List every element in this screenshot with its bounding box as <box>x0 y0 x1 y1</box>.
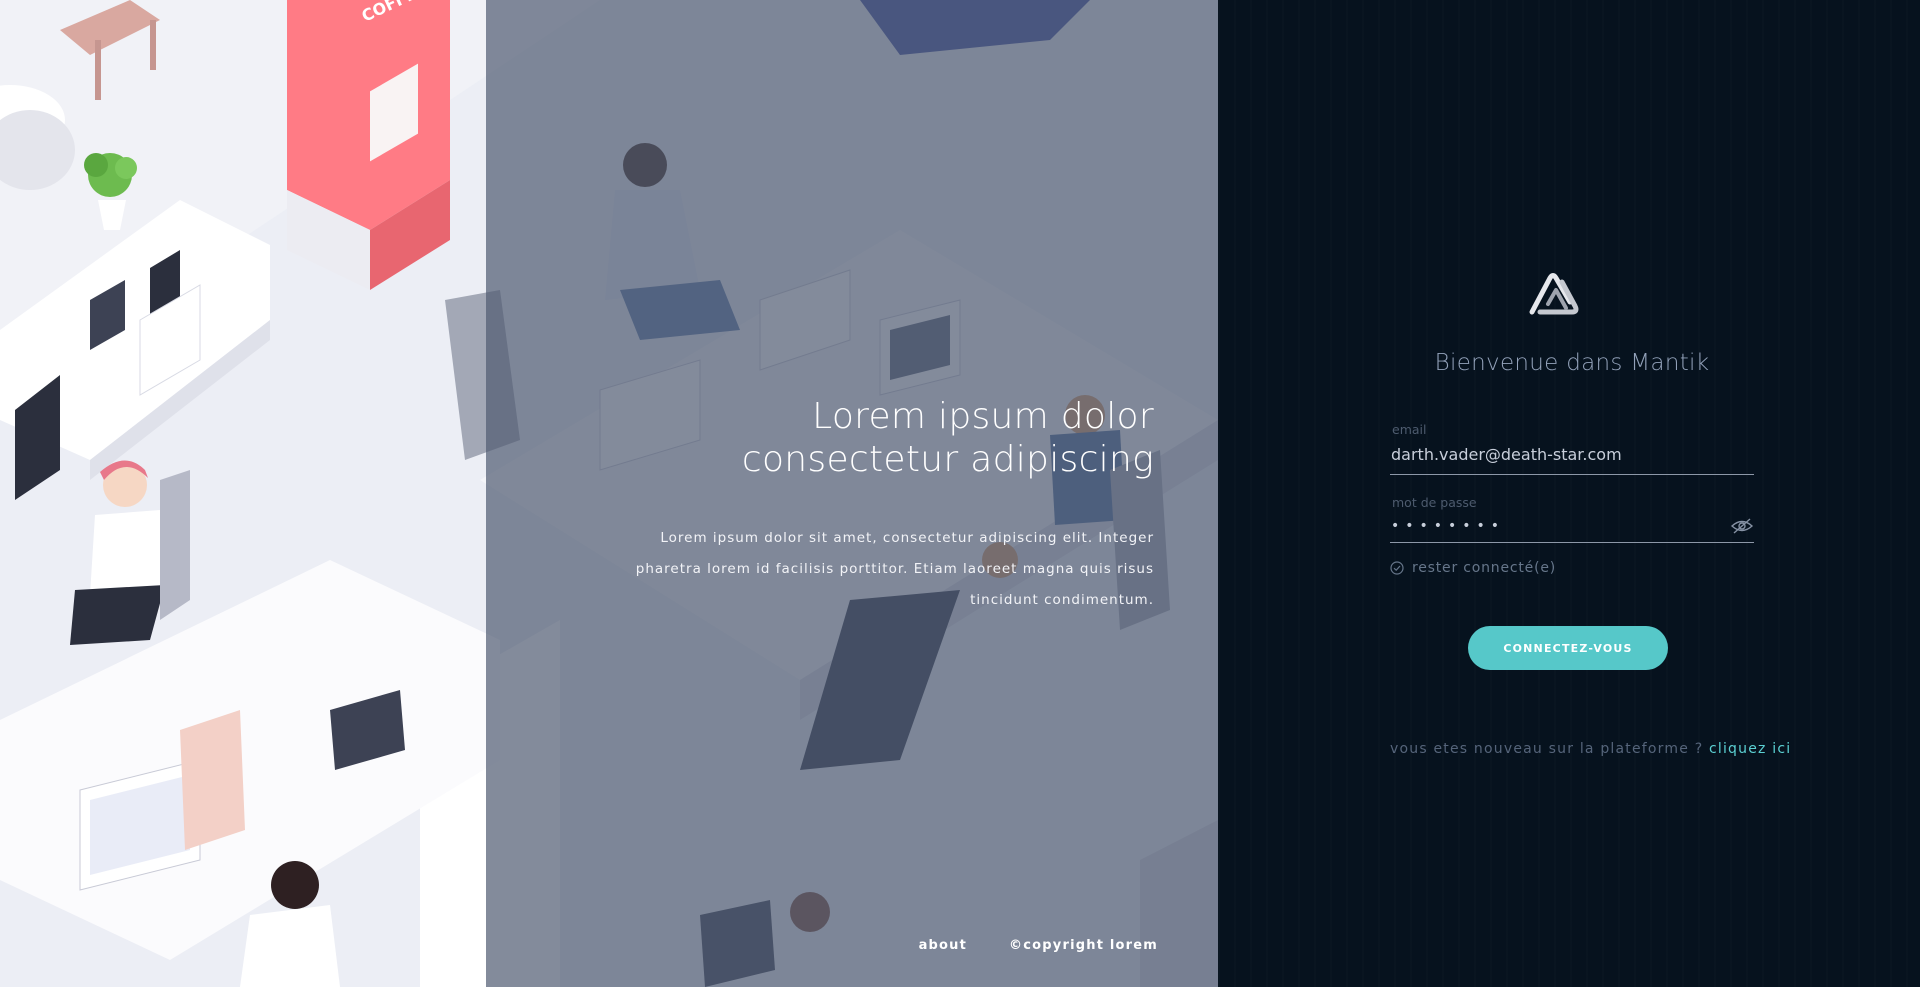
copyright-text: ©copyright lorem <box>1009 938 1158 953</box>
signup-text: vous etes nouveau sur la plateforme ? <box>1390 741 1709 757</box>
email-field: email <box>1390 422 1754 475</box>
hero: Lorem ipsum dolor consectetur adipiscing… <box>578 395 1218 616</box>
email-input[interactable] <box>1390 443 1754 475</box>
check-circle-icon <box>1390 561 1404 575</box>
footer-links: about ©copyright lorem <box>919 938 1158 953</box>
password-label: mot de passe <box>1392 495 1477 510</box>
connect-button[interactable]: CONNECTEZ-VOUS <box>1468 626 1668 670</box>
about-link[interactable]: about <box>919 938 967 953</box>
login-page: COFFEE Lorem ipsum dolor consectetur adi… <box>0 0 1920 987</box>
hero-text: Lorem ipsum dolor sit amet, consectetur … <box>635 530 1154 608</box>
signup-prompt: vous etes nouveau sur la plateforme ? cl… <box>1390 741 1791 757</box>
email-label: email <box>1392 422 1427 437</box>
remember-me-label: rester connecté(e) <box>1412 560 1557 576</box>
hero-title-line2: consectetur adipiscing <box>741 439 1154 480</box>
signup-link[interactable]: cliquez ici <box>1709 741 1791 757</box>
hero-title-line1: Lorem ipsum dolor <box>812 396 1154 437</box>
office-illustration: COFFEE Lorem ipsum dolor consectetur adi… <box>0 0 1218 987</box>
password-field: mot de passe <box>1390 495 1754 543</box>
login-panel: Bienvenue dans Mantik email mot de passe… <box>1218 0 1920 987</box>
hero-overlay: Lorem ipsum dolor consectetur adipiscing… <box>486 0 1218 987</box>
welcome-heading: Bienvenue dans Mantik <box>1434 350 1710 376</box>
mantik-logo-icon <box>1529 273 1579 315</box>
remember-me-checkbox[interactable]: rester connecté(e) <box>1390 560 1556 576</box>
eye-slash-icon[interactable] <box>1730 517 1754 535</box>
password-input[interactable] <box>1390 516 1754 543</box>
hero-title: Lorem ipsum dolor consectetur adipiscing <box>578 395 1154 481</box>
